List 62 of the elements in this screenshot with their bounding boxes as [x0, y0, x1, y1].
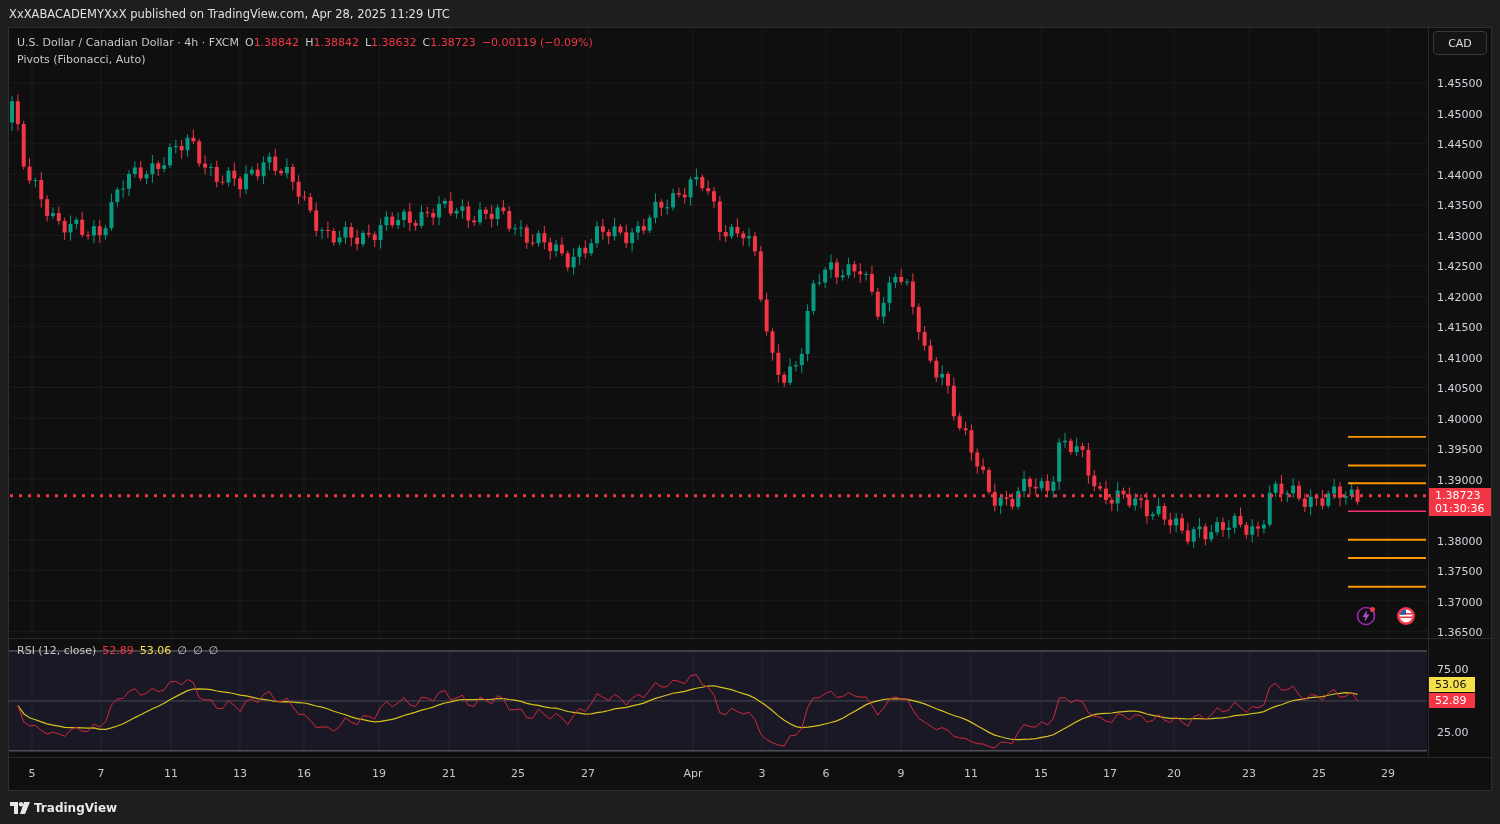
- logo-icon: [10, 802, 30, 814]
- price-label: 1.39500: [1437, 442, 1483, 456]
- rsi-title: RSI (12, close): [17, 644, 97, 658]
- date-label: 23: [1242, 767, 1256, 781]
- price-label: 1.45000: [1437, 107, 1483, 120]
- price-label: 1.44000: [1437, 168, 1483, 181]
- price-label: 1.41500: [1437, 320, 1483, 334]
- price-label: 1.40500: [1437, 381, 1483, 395]
- price-label: 1.39000: [1437, 473, 1483, 486]
- logo-text: TradingView: [34, 801, 118, 815]
- date-label: 16: [297, 767, 311, 781]
- indicator-label: Pivots (Fibonacci, Auto): [17, 52, 146, 68]
- price-label: 1.37000: [1437, 595, 1483, 608]
- price-label: 1.42000: [1437, 290, 1483, 303]
- publisher-text: XxXABACADEMYXxX published on TradingView.com, Apr 28, 2025 11:29 UTC: [9, 6, 450, 21]
- symbol-text: U.S. Dollar / Canadian Dollar · 4h · FXCM: [17, 35, 239, 51]
- ohlc-value: C1.38723: [422, 35, 476, 51]
- date-label: 11: [164, 767, 178, 781]
- date-label: 15: [1034, 767, 1048, 781]
- date-label: 11: [964, 767, 978, 781]
- date-label: 27: [581, 767, 595, 781]
- rsi-value-tag: 52.89: [1429, 693, 1475, 709]
- ohlc-value: L1.38632: [364, 35, 417, 51]
- price-label: 1.44500: [1437, 137, 1483, 151]
- date-label: 29: [1381, 767, 1395, 781]
- date-label: 21: [442, 767, 456, 781]
- date-label: 9: [897, 767, 905, 781]
- empty-value: ∅: [208, 644, 219, 658]
- ohlc-value: H1.38842: [305, 35, 359, 51]
- date-label: 3: [758, 767, 766, 781]
- rsi-axis-label: 25.00: [1437, 725, 1469, 739]
- date-label: 13: [233, 767, 247, 781]
- date-label: 25: [1312, 767, 1326, 781]
- price-label: 1.42500: [1437, 259, 1483, 273]
- lightning-icon[interactable]: [1356, 606, 1376, 626]
- price-label: 1.45500: [1437, 76, 1483, 90]
- price-label: 1.38000: [1437, 534, 1483, 547]
- empty-value: ∅: [192, 644, 203, 658]
- date-label: 20: [1167, 767, 1181, 781]
- ohlc-value: O1.38842: [244, 35, 300, 51]
- date-label: 7: [97, 767, 105, 781]
- date-label: Apr: [683, 767, 703, 781]
- rsi-axis-label: 75.00: [1437, 662, 1469, 676]
- date-label: 19: [372, 767, 386, 781]
- price-label: 1.40000: [1437, 412, 1483, 425]
- flag-icon[interactable]: [1396, 606, 1416, 626]
- date-label: 6: [822, 767, 830, 781]
- rsi-value: 52.89: [102, 644, 134, 658]
- price-label: 1.43500: [1437, 198, 1483, 212]
- date-label: 25: [511, 767, 525, 781]
- empty-value: ∅: [177, 644, 187, 658]
- price-label: 1.43000: [1437, 229, 1483, 242]
- date-label: 17: [1103, 767, 1117, 781]
- change-value: −0.00119 (−0.09%): [481, 35, 593, 51]
- rsi-ma-tag: 53.06: [1429, 677, 1475, 693]
- price-label: 1.41000: [1437, 351, 1483, 364]
- rsi-ma-value: 53.06: [139, 644, 172, 658]
- price-label: 1.37500: [1437, 564, 1483, 578]
- currency-button[interactable]: CAD: [1433, 31, 1487, 55]
- price-label: 1.36500: [1437, 625, 1483, 639]
- price-tag: 1.38723 01:30:36: [1429, 488, 1491, 517]
- date-label: 5: [28, 767, 36, 781]
